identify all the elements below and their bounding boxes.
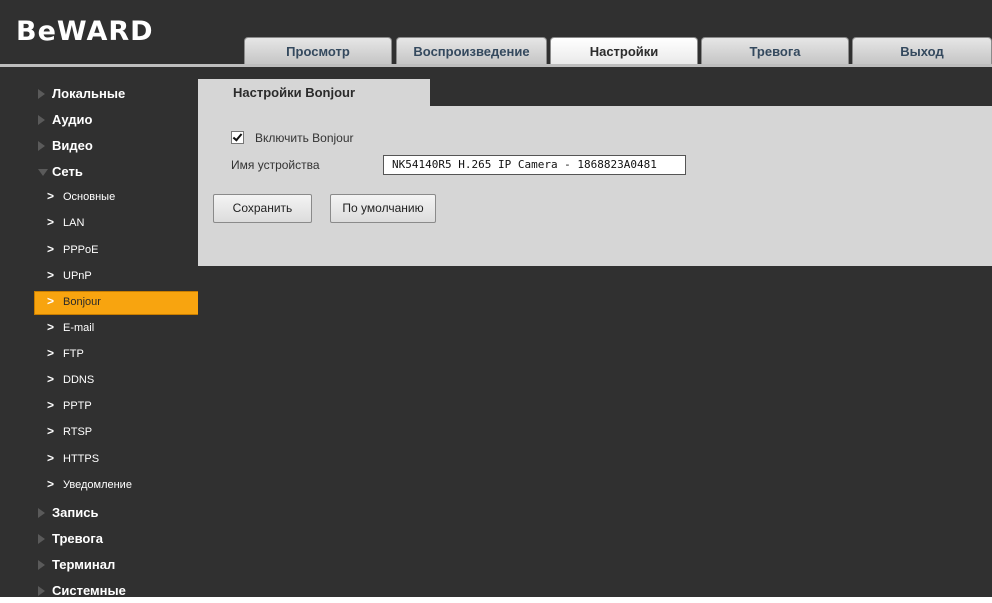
chevron-right-icon: > <box>47 215 55 229</box>
triangle-right-icon <box>38 89 45 99</box>
bonjour-settings-panel: Включить Bonjour Имя устройства NK54140R… <box>198 106 992 266</box>
device-name-label: Имя устройства <box>231 158 320 172</box>
chevron-right-icon: > <box>47 346 55 360</box>
sidebar-item-label: UPnP <box>63 270 92 282</box>
tab-settings[interactable]: Настройки <box>550 37 698 65</box>
sidebar-item-email[interactable]: > E-mail <box>0 317 198 341</box>
sidebar-item-basic[interactable]: > Основные <box>0 186 198 210</box>
sidebar-item-label: E-mail <box>63 322 95 334</box>
sidebar-item-label: Видео <box>52 138 93 153</box>
sidebar-item-alarm[interactable]: Тревога <box>0 527 198 551</box>
sidebar-item-label: Системные <box>52 583 126 598</box>
sidebar-item-lan[interactable]: > LAN <box>0 212 198 236</box>
sidebar-item-pppoe[interactable]: > PPPoE <box>0 239 198 263</box>
sidebar-item-label: Bonjour <box>63 296 101 308</box>
main-nav: Просмотр Воспроизведение Настройки Трево… <box>232 37 992 65</box>
enable-bonjour-label: Включить Bonjour <box>255 131 354 145</box>
device-name-input[interactable]: NK54140R5 H.265 IP Camera - 1868823A0481 <box>383 155 686 175</box>
triangle-right-icon <box>38 115 45 125</box>
sidebar-item-label: Аудио <box>52 112 93 127</box>
sidebar-item-record[interactable]: Запись <box>0 501 198 525</box>
chevron-right-icon: > <box>47 294 55 308</box>
sidebar-item-label: Основные <box>63 191 116 203</box>
sidebar-item-upnp[interactable]: > UPnP <box>0 265 198 289</box>
sidebar-item-system[interactable]: Системные <box>0 579 198 603</box>
sidebar-item-label: LAN <box>63 217 85 229</box>
triangle-right-icon <box>38 534 45 544</box>
sidebar-item-label: RTSP <box>63 426 93 438</box>
chevron-right-icon: > <box>47 398 55 412</box>
tab-bonjour-settings[interactable]: Настройки Bonjour <box>198 79 430 107</box>
sidebar-item-https[interactable]: > HTTPS <box>0 448 198 472</box>
sidebar-item-terminal[interactable]: Терминал <box>0 553 198 577</box>
chevron-right-icon: > <box>47 372 55 386</box>
chevron-right-icon: > <box>47 242 55 256</box>
chevron-right-icon: > <box>47 477 55 491</box>
app-window: BeWARD Просмотр Воспроизведение Настройк… <box>0 0 992 598</box>
tab-view[interactable]: Просмотр <box>244 37 392 65</box>
sidebar-item-label: Локальные <box>52 86 126 101</box>
sidebar-item-label: FTP <box>63 348 84 360</box>
triangle-right-icon <box>38 560 45 570</box>
sidebar-item-ftp[interactable]: > FTP <box>0 343 198 367</box>
sidebar-item-label: Уведомление <box>63 479 132 491</box>
sidebar-item-label: Запись <box>52 505 99 520</box>
chevron-right-icon: > <box>47 451 55 465</box>
save-button[interactable]: Сохранить <box>213 194 312 223</box>
tab-alarm[interactable]: Тревога <box>701 37 849 65</box>
sidebar-item-label: PPPoE <box>63 244 99 256</box>
sidebar: Локальные Аудио Видео Сеть > Основные > … <box>0 67 198 598</box>
triangle-down-icon <box>38 169 48 176</box>
sidebar-item-label: HTTPS <box>63 453 100 465</box>
triangle-right-icon <box>38 586 45 596</box>
sidebar-item-video[interactable]: Видео <box>0 134 198 158</box>
sidebar-item-label: Тревога <box>52 531 104 546</box>
sidebar-item-rtsp[interactable]: > RTSP <box>0 421 198 445</box>
chevron-right-icon: > <box>47 268 55 282</box>
sidebar-item-audio[interactable]: Аудио <box>0 108 198 132</box>
beward-logo: BeWARD <box>16 16 154 47</box>
triangle-right-icon <box>38 508 45 518</box>
sidebar-item-network[interactable]: Сеть <box>0 160 198 184</box>
enable-bonjour-checkbox[interactable] <box>231 131 244 144</box>
chevron-right-icon: > <box>47 424 55 438</box>
sidebar-item-label: Терминал <box>52 557 116 572</box>
checkmark-icon <box>232 131 243 142</box>
sidebar-item-label: Сеть <box>52 164 83 179</box>
sidebar-item-label: DDNS <box>63 374 95 386</box>
chevron-right-icon: > <box>47 320 55 334</box>
triangle-right-icon <box>38 141 45 151</box>
sidebar-item-bonjour[interactable]: > Bonjour <box>34 291 198 315</box>
tab-exit[interactable]: Выход <box>852 37 992 65</box>
chevron-right-icon: > <box>47 189 55 203</box>
tab-playback[interactable]: Воспроизведение <box>396 37 547 65</box>
sidebar-item-pptp[interactable]: > PPTP <box>0 395 198 419</box>
sidebar-item-ddns[interactable]: > DDNS <box>0 369 198 393</box>
sidebar-item-notification[interactable]: > Уведомление <box>0 474 198 498</box>
header: BeWARD Просмотр Воспроизведение Настройк… <box>0 0 992 67</box>
default-button[interactable]: По умолчанию <box>330 194 436 223</box>
sidebar-item-label: PPTP <box>63 400 92 412</box>
sidebar-item-local[interactable]: Локальные <box>0 82 198 106</box>
